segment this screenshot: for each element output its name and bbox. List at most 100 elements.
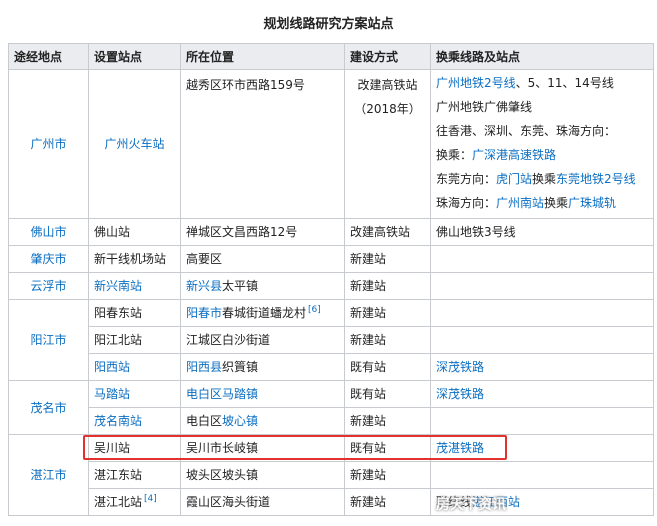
location-cell: 江城区白沙街道	[180, 326, 345, 354]
table-caption: 规划线路研究方案站点	[263, 17, 394, 32]
location-cell: 新兴县太平镇	[180, 272, 345, 300]
table-row: 肇庆市 新干线机场站 高要区 新建站	[8, 245, 654, 273]
transfer-text: 东莞方向：	[436, 172, 497, 186]
location-cell: 禅城区文昌西路12号	[180, 218, 345, 246]
transfer-text: 换乘	[544, 196, 569, 210]
table-row: 茂名南站 电白区坡心镇 新建站	[9, 407, 654, 435]
transfer-cell: 佛山地铁3号线	[430, 218, 654, 246]
region-link-yangjiang[interactable]: 阳江市	[8, 299, 89, 381]
method-text: 改建高铁站	[357, 78, 418, 92]
method-cell: 新建站	[344, 461, 431, 489]
location-cell: 坡头区坡头镇	[180, 461, 345, 489]
location-link-yangxi[interactable]: 阳西县	[186, 360, 222, 374]
region-link-yunfu[interactable]: 云浮市	[8, 272, 89, 300]
method-cell: 既有站	[344, 434, 431, 462]
location-text: 春城街道蟠龙村	[222, 306, 307, 320]
station-link-guangzhou[interactable]: 广州火车站	[88, 69, 181, 219]
method-cell: 新建站	[344, 407, 431, 435]
transfer-link-humen[interactable]: 虎门站	[496, 172, 532, 186]
location-text: 电白区	[186, 414, 223, 428]
station-cell: 湛江北站 [4]	[88, 488, 181, 516]
transfer-text: 珠海方向：	[436, 196, 497, 210]
location-cell: 霞山区海头街道	[180, 488, 345, 516]
location-text: 织篢镇	[222, 360, 259, 374]
header-method: 建设方式	[344, 43, 431, 70]
location-link-yangchun[interactable]: 阳春市	[186, 306, 222, 320]
location-cell: 电白区坡心镇	[180, 407, 345, 435]
transfer-link-maozhan[interactable]: 茂湛铁路	[430, 434, 654, 462]
transfer-link-gz-metro-2[interactable]: 广州地铁2号线	[436, 76, 516, 90]
station-cell: 湛江东站	[88, 461, 181, 489]
table-row: 湛江市 吴川站 吴川市长岐镇 既有站 茂湛铁路	[8, 434, 654, 516]
location-link-mata[interactable]: 马踏镇	[222, 387, 258, 401]
table-row: 广州市 广州火车站 越秀区环市西路159号 改建高铁站 （2018年） 广州地铁…	[8, 69, 654, 219]
transfer-cell: 广州地铁2号线、5、11、14号线 广州地铁广佛肇线 往香港、深圳、东莞、珠海方…	[430, 69, 654, 219]
station-cell: 吴川站	[88, 434, 181, 462]
location-text: 太平镇	[222, 279, 259, 293]
table-row: 湛江东站 坡头区坡头镇 新建站	[9, 461, 654, 489]
station-cell: 阳江北站	[88, 326, 181, 354]
location-link-xinxing[interactable]: 新兴县	[186, 279, 222, 293]
region-link-guangzhou[interactable]: 广州市	[8, 69, 89, 219]
transfer-text: 、5、11、14号线	[515, 76, 614, 90]
transfer-link-dg-metro-2[interactable]: 东莞地铁2号线	[556, 172, 636, 186]
station-cell: 阳春东站	[88, 299, 181, 327]
stations-table: 途经地点 设置站点 所在位置 建设方式 换乘线路及站点 广州市 广州火车站 越秀…	[8, 43, 654, 516]
table-row: 佛山市 佛山站 禅城区文昌西路12号 改建高铁站 佛山地铁3号线	[8, 218, 654, 246]
transfer-cell	[430, 299, 654, 327]
reference-link[interactable]: [4]	[144, 494, 157, 504]
region-link-maoming[interactable]: 茂名市	[8, 380, 89, 435]
method-cell: 改建高铁站 （2018年）	[344, 69, 431, 219]
station-link-mata[interactable]: 马踏站	[88, 380, 181, 408]
station-cell: 新干线机场站	[88, 245, 181, 273]
location-cell: 高要区	[180, 245, 345, 273]
method-cell: 既有站	[344, 353, 431, 381]
header-station: 设置站点	[88, 43, 181, 70]
transfer-text: 往香港、深圳、东莞、珠海方向：	[436, 124, 617, 138]
method-cell: 新建站	[344, 326, 431, 354]
location-link-poxin[interactable]: 坡心镇	[222, 414, 258, 428]
location-cell: 越秀区环市西路159号	[180, 69, 345, 219]
location-cell: 吴川市长岐镇	[180, 434, 345, 462]
transfer-cell	[430, 326, 654, 354]
table-row: 阳江北站 江城区白沙街道 新建站	[9, 326, 654, 354]
transfer-text: 换乘	[532, 172, 557, 186]
method-cell: 新建站	[344, 299, 431, 327]
transfer-link-gz-south[interactable]: 广州南站	[496, 196, 544, 210]
region-link-zhanjiang[interactable]: 湛江市	[8, 434, 89, 516]
station-link-maoming-south[interactable]: 茂名南站	[88, 407, 181, 435]
reference-link[interactable]: [6]	[308, 305, 321, 315]
region-link-zhaoqing[interactable]: 肇庆市	[8, 245, 89, 273]
table-row: 湛江北站 [4] 霞山区海头街道 新建站 联络线湛江西站	[9, 488, 654, 516]
location-cell: 阳春市春城街道蟠龙村 [6]	[180, 299, 345, 327]
station-cell: 佛山站	[88, 218, 181, 246]
station-text: 湛江北站	[94, 495, 143, 509]
header-location: 所在位置	[180, 43, 345, 70]
watermark: 房天下资讯	[436, 497, 506, 513]
method-cell: 既有站	[344, 380, 431, 408]
table-header-row: 途经地点 设置站点 所在位置 建设方式 换乘线路及站点	[8, 43, 654, 70]
transfer-cell	[430, 407, 654, 435]
table-row: 云浮市 新兴南站 新兴县太平镇 新建站	[8, 272, 654, 300]
transfer-text: 广州地铁广佛肇线	[436, 100, 533, 114]
transfer-link-gsg-hsr[interactable]: 广深港高速铁路	[472, 148, 556, 162]
transfer-text: 换乘：	[436, 148, 473, 162]
header-transfer: 换乘线路及站点	[430, 43, 654, 70]
method-cell: 新建站	[344, 488, 431, 516]
method-cell: 新建站	[344, 272, 431, 300]
method-cell: 新建站	[344, 245, 431, 273]
table-row: 阳江市 阳春东站 阳春市春城街道蟠龙村 [6] 新建站	[8, 299, 654, 381]
transfer-link-shenmao[interactable]: 深茂铁路	[430, 353, 654, 381]
method-note: （2018年）	[354, 102, 421, 116]
location-link-dianbai[interactable]: 电白区	[186, 387, 222, 401]
region-link-foshan[interactable]: 佛山市	[8, 218, 89, 246]
transfer-cell	[430, 272, 654, 300]
table-row: 茂名市 马踏站 电白区马踏镇 既有站 深茂铁路	[8, 380, 654, 435]
transfer-cell	[430, 461, 654, 489]
transfer-link-gz-intercity[interactable]: 广珠城轨	[568, 196, 616, 210]
header-region: 途经地点	[8, 43, 89, 70]
method-cell: 改建高铁站	[344, 218, 431, 246]
station-link-yangxi[interactable]: 阳西站	[88, 353, 181, 381]
transfer-link-shenmao[interactable]: 深茂铁路	[430, 380, 654, 408]
station-link-xinxing-south[interactable]: 新兴南站	[88, 272, 181, 300]
